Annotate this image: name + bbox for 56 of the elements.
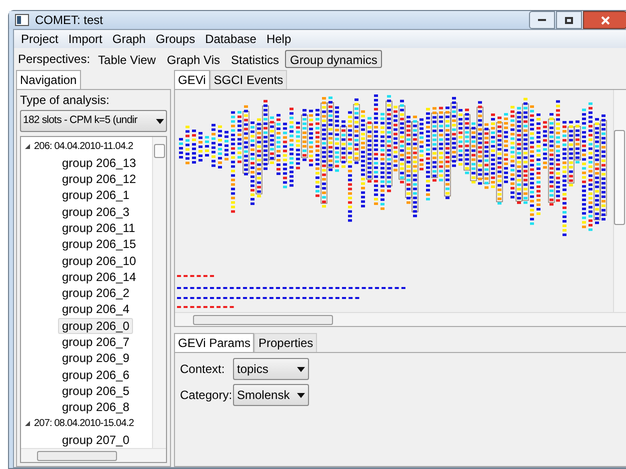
perspectives-label: Perspectives:	[17, 51, 92, 68]
tree-item[interactable]: group 206_8	[58, 399, 134, 416]
tree-item[interactable]: group 206_14	[58, 268, 140, 285]
tree-item[interactable]: group 206_12	[58, 171, 140, 188]
param-label: Category:	[180, 387, 230, 404]
tree-item[interactable]: group 206_1	[58, 187, 134, 204]
analysis-dropdown[interactable]: 182 slots - CPM k=5 (undir	[20, 110, 167, 132]
tree-item[interactable]: group 206_9	[58, 350, 134, 366]
close-icon	[600, 16, 610, 25]
view-tab[interactable]: SGCI Events	[210, 70, 288, 90]
navigation-tab[interactable]: Navigation	[16, 70, 81, 90]
perspective-tab[interactable]: Graph Vis	[162, 50, 225, 68]
params-tab[interactable]: GEVi Params	[174, 333, 254, 352]
tree-item[interactable]: group 206_15	[58, 236, 140, 252]
vertical-scrollbar[interactable]	[613, 90, 626, 312]
view-tab[interactable]: GEVi	[174, 70, 210, 90]
menu-item[interactable]: Database	[200, 30, 262, 48]
horizontal-scrollbar[interactable]	[21, 448, 166, 462]
param-dropdown[interactable]: topics	[233, 358, 309, 380]
collapse-triangle-icon[interactable]	[24, 420, 31, 428]
maximize-button[interactable]	[556, 11, 582, 30]
window-title: COMET: test	[35, 12, 104, 30]
tree-item[interactable]: group 206_3	[58, 204, 134, 220]
menu-item[interactable]: Graph	[107, 30, 151, 48]
tree-item[interactable]: group 206_2	[58, 285, 134, 302]
tree-item[interactable]: group 206_11	[58, 220, 140, 236]
perspective-tab[interactable]: Table View	[93, 50, 161, 68]
param-dropdown[interactable]: Smolensk	[233, 384, 309, 406]
tree-item[interactable]: group 206_4	[58, 301, 134, 318]
tree-node[interactable]: 207: 08.04.2010-15.04.2	[34, 416, 134, 432]
menu-item[interactable]: Help	[261, 30, 296, 48]
menu-item[interactable]: Project	[16, 30, 64, 48]
param-label: Context:	[180, 361, 226, 378]
collapse-triangle-icon[interactable]	[24, 143, 31, 150]
analysis-label: Type of analysis:	[20, 92, 110, 110]
caret-icon	[156, 118, 164, 124]
vertical-scrollbar[interactable]	[152, 137, 166, 448]
caret-icon	[297, 392, 305, 398]
app-icon	[15, 14, 29, 26]
close-button[interactable]	[583, 11, 626, 30]
params-tab[interactable]: Properties	[254, 333, 318, 352]
caret-icon	[297, 366, 305, 372]
perspective-tab[interactable]: Group dynamics	[285, 50, 382, 68]
tree-item[interactable]: group 206_10	[58, 252, 140, 269]
perspective-tab[interactable]: Statistics	[226, 50, 284, 68]
tree-item[interactable]: group 206_6	[58, 366, 134, 383]
menu-item[interactable]: Groups	[150, 30, 200, 48]
tree-node[interactable]: 206: 04.04.2010-11.04.2	[34, 139, 134, 154]
tree-item[interactable]: group 206_13	[58, 154, 140, 171]
minimize-button[interactable]	[529, 11, 555, 30]
tree-item[interactable]: group 206_0	[58, 318, 134, 334]
horizontal-scrollbar[interactable]	[175, 312, 626, 326]
tree-item[interactable]: group 206_7	[58, 334, 134, 350]
tree-item[interactable]: group 207_0	[58, 432, 134, 448]
tree-item[interactable]: group 206_5	[58, 382, 134, 399]
menu-item[interactable]: Import	[63, 30, 108, 48]
